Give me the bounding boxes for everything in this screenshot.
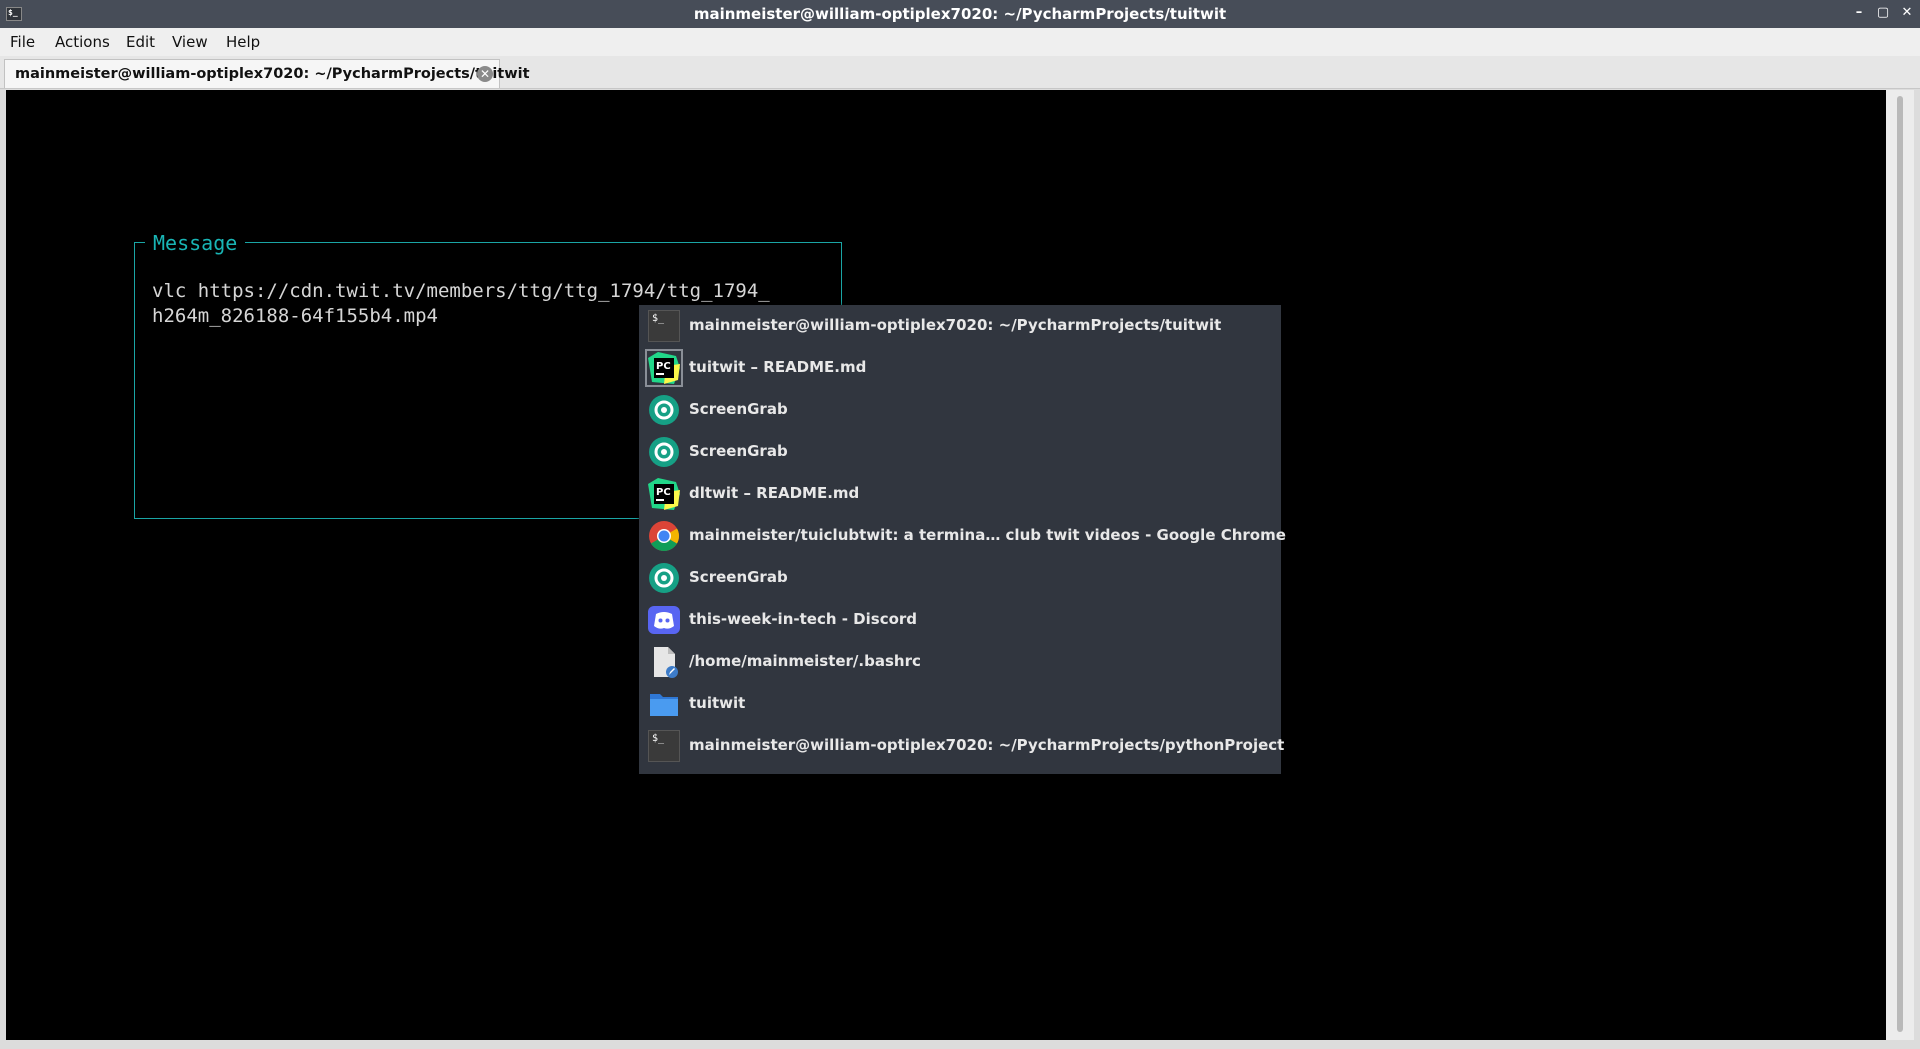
switcher-item-label: mainmeister@william-optiplex7020: ~/Pych…	[689, 316, 1222, 334]
switcher-item[interactable]: $_ mainmeister@william-optiplex7020: ~/P…	[639, 305, 1281, 347]
maximize-button[interactable]: ▢	[1874, 4, 1892, 22]
menu-file[interactable]: File	[10, 33, 35, 51]
switcher-item-label: dltwit – README.md	[689, 484, 860, 502]
switcher-item-label: ScreenGrab	[689, 568, 788, 586]
menu-bar: File Actions Edit View Help	[0, 28, 1920, 56]
tab-label: mainmeister@william-optiplex7020: ~/Pych…	[15, 66, 530, 82]
switcher-item[interactable]: ScreenGrab	[639, 557, 1281, 599]
tab-bar: mainmeister@william-optiplex7020: ~/Pych…	[0, 56, 1920, 89]
menu-edit[interactable]: Edit	[126, 33, 155, 51]
menu-help[interactable]: Help	[226, 33, 260, 51]
close-window-button[interactable]: ✕	[1898, 4, 1916, 22]
pycharm-icon: PC	[648, 478, 680, 510]
switcher-item[interactable]: tuitwit	[639, 683, 1281, 725]
terminal-icon: $_	[648, 310, 680, 342]
switcher-item[interactable]: $_ mainmeister@william-optiplex7020: ~/P…	[639, 725, 1285, 767]
message-box-legend: Message	[145, 231, 246, 255]
switcher-item-label: tuitwit – README.md	[689, 358, 867, 376]
switcher-item-label: ScreenGrab	[689, 400, 788, 418]
minimize-button[interactable]: –	[1850, 4, 1868, 22]
scrollbar-track[interactable]	[1897, 96, 1903, 1032]
screengrab-icon	[649, 563, 679, 593]
screengrab-icon	[649, 395, 679, 425]
switcher-item-label: tuitwit	[689, 694, 746, 712]
window-switcher: $_ mainmeister@william-optiplex7020: ~/P…	[639, 305, 1286, 774]
chrome-icon	[649, 521, 680, 552]
window-title: mainmeister@william-optiplex7020: ~/Pych…	[693, 5, 1227, 23]
switcher-item-label: mainmeister/tuiclubtwit: a termina… club…	[689, 526, 1286, 544]
window-controls: – ▢ ✕	[1850, 4, 1916, 22]
tab-close-icon[interactable]: ✕	[477, 66, 493, 82]
switcher-item[interactable]: ScreenGrab	[639, 431, 1281, 473]
folder-icon	[650, 694, 678, 716]
menu-actions[interactable]: Actions	[55, 33, 110, 51]
switcher-item[interactable]: PC dltwit – README.md	[639, 473, 1281, 515]
window-titlebar: $_ mainmeister@william-optiplex7020: ~/P…	[0, 0, 1920, 28]
text-file-icon	[654, 647, 678, 678]
menu-view[interactable]: View	[172, 33, 208, 51]
terminal-icon: $_	[648, 730, 680, 762]
switcher-item-label: mainmeister@william-optiplex7020: ~/Pych…	[689, 736, 1285, 754]
switcher-item-label: /home/mainmeister/.bashrc	[689, 652, 921, 670]
tab-terminal[interactable]: mainmeister@william-optiplex7020: ~/Pych…	[4, 59, 530, 88]
switcher-item-label: this-week-in-tech - Discord	[689, 610, 918, 628]
switcher-item[interactable]: /home/mainmeister/.bashrc	[639, 641, 1281, 683]
message-line-1: vlc https://cdn.twit.tv/members/ttg/ttg_…	[152, 280, 770, 302]
switcher-item[interactable]: ScreenGrab	[639, 389, 1281, 431]
discord-icon	[648, 606, 680, 634]
pycharm-icon: PC	[645, 349, 683, 387]
svg-text:PC: PC	[656, 361, 671, 372]
terminal-scrollbar[interactable]	[1886, 90, 1914, 1040]
message-line-2: h264m_826188-64f155b4.mp4	[152, 305, 438, 327]
switcher-item[interactable]: mainmeister/tuiclubtwit: a termina… club…	[639, 515, 1286, 557]
switcher-item[interactable]: this-week-in-tech - Discord	[639, 599, 1281, 641]
svg-text:PC: PC	[656, 487, 671, 498]
screengrab-icon	[649, 437, 679, 467]
switcher-item[interactable]: PC tuitwit – README.md	[639, 347, 1281, 389]
switcher-item-label: ScreenGrab	[689, 442, 788, 460]
